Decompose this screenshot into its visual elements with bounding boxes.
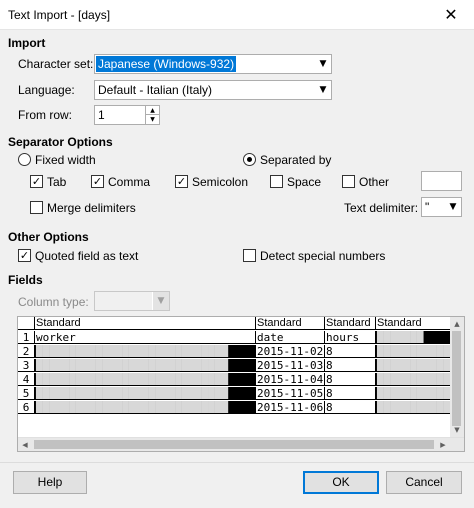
footer-divider [0,462,474,463]
charset-label: Character set: [18,57,94,71]
column-header[interactable]: Standard [35,317,256,330]
chevron-down-icon[interactable]: ▼ [314,81,331,99]
table-cell: 8 [325,401,376,414]
scroll-right-icon[interactable]: ▶ [436,438,450,452]
table-cell: ███████ [376,331,451,344]
semicolon-label[interactable]: Semicolon [192,175,248,189]
tab-label[interactable]: Tab [47,175,66,189]
vertical-scroll-thumb[interactable] [452,331,461,426]
from-row-label: From row: [18,108,72,122]
chevron-down-icon[interactable]: ▼ [152,292,169,310]
text-delimiter-dropdown[interactable]: " ▼ [421,197,462,217]
row-number: 6 [18,401,35,414]
from-row-spinner[interactable]: 1 ▲ ▼ [94,105,160,125]
close-icon[interactable]: ✕ [428,0,474,30]
quoted-field-checkbox[interactable]: ✓ [18,249,31,262]
table-cell: 2015-11-02 [256,345,325,358]
table-cell: ███████████ [376,359,451,372]
radio-selected-dot [247,157,252,162]
window-title: Text Import - [days] [8,8,111,22]
charset-dropdown[interactable]: Japanese (Windows-932) ▼ [94,54,332,74]
chevron-down-icon[interactable]: ▼ [314,55,331,73]
text-delimiter-label: Text delimiter: [344,201,419,215]
fixed-width-radio[interactable] [18,153,31,166]
column-header[interactable]: Standard [325,317,376,330]
separator-heading: Separator Options [8,135,113,149]
table-cell: ███████████ [376,387,451,400]
table-cell: date [256,331,325,344]
row-number: 3 [18,359,35,372]
scroll-down-icon[interactable]: ▼ [450,423,464,437]
space-checkbox[interactable] [270,175,283,188]
spin-down-icon[interactable]: ▼ [145,115,159,124]
chevron-down-icon[interactable]: ▼ [444,198,461,216]
separated-by-radio[interactable] [243,153,256,166]
table-cell: worker [35,331,256,344]
grid-corner [18,317,35,330]
column-header[interactable]: Standard [256,317,325,330]
scroll-left-icon[interactable]: ◀ [18,438,32,452]
row-number: 5 [18,387,35,400]
table-cell: 8 [325,387,376,400]
horizontal-scrollbar[interactable]: ◀ ▶ [18,437,464,451]
row-number: 4 [18,373,35,386]
other-checkbox[interactable] [342,175,355,188]
row-number: 1 [18,331,35,344]
table-cell: ███████████ [376,401,451,414]
table-cell: 2015-11-03 [256,359,325,372]
table-cell: █████████████████████████████ [35,373,256,386]
table-cell: █████████████████████████████ [35,345,256,358]
table-cell: 8 [325,359,376,372]
quoted-field-label[interactable]: Quoted field as text [35,249,138,263]
charset-value: Japanese (Windows-932) [96,56,237,72]
ok-button[interactable]: OK [303,471,379,494]
table-cell: █████████████████████████████ [35,359,256,372]
column-header[interactable]: Standard [376,317,451,330]
language-value: Default - Italian (Italy) [98,83,213,97]
other-input[interactable] [421,171,462,191]
horizontal-scroll-thumb[interactable] [34,440,434,449]
table-cell: 8 [325,373,376,386]
table-cell: 8 [325,345,376,358]
other-label[interactable]: Other [359,175,389,189]
table-cell: █████████████████████████████ [35,401,256,414]
comma-checkbox[interactable]: ✓ [91,175,104,188]
language-dropdown[interactable]: Default - Italian (Italy) ▼ [94,80,332,100]
column-type-dropdown[interactable]: ▼ [94,291,170,311]
table-cell: ███████████ [376,345,451,358]
fields-heading: Fields [8,273,43,287]
comma-label[interactable]: Comma [108,175,150,189]
title-bar: Text Import - [days] ✕ [0,0,474,30]
tab-checkbox[interactable]: ✓ [30,175,43,188]
table-cell: 2015-11-04 [256,373,325,386]
text-delimiter-value: " [425,200,430,214]
scroll-up-icon[interactable]: ▲ [450,317,464,331]
row-number: 2 [18,345,35,358]
detect-special-numbers-label[interactable]: Detect special numbers [260,249,385,263]
table-cell: ███████████ [376,373,451,386]
table-cell: 2015-11-05 [256,387,325,400]
column-type-label: Column type: [18,295,89,309]
from-row-value[interactable]: 1 [98,108,105,122]
space-label[interactable]: Space [287,175,321,189]
help-button[interactable]: Help [13,471,87,494]
cancel-button[interactable]: Cancel [386,471,462,494]
fixed-width-label[interactable]: Fixed width [35,153,96,167]
merge-delimiters-label[interactable]: Merge delimiters [47,201,136,215]
table-cell: █████████████████████████████ [35,387,256,400]
separated-by-label[interactable]: Separated by [260,153,331,167]
language-label: Language: [18,83,75,97]
import-heading: Import [8,36,46,50]
table-cell: hours [325,331,376,344]
vertical-scrollbar[interactable]: ▲ ▼ [450,317,464,437]
spin-up-icon[interactable]: ▲ [145,106,159,115]
preview-grid[interactable]: Standard Standard Standard Standard 1 wo… [17,316,465,452]
table-cell: 2015-11-06 [256,401,325,414]
detect-special-numbers-checkbox[interactable] [243,249,256,262]
other-options-heading: Other Options [8,230,89,244]
semicolon-checkbox[interactable]: ✓ [175,175,188,188]
merge-delimiters-checkbox[interactable] [30,201,43,214]
